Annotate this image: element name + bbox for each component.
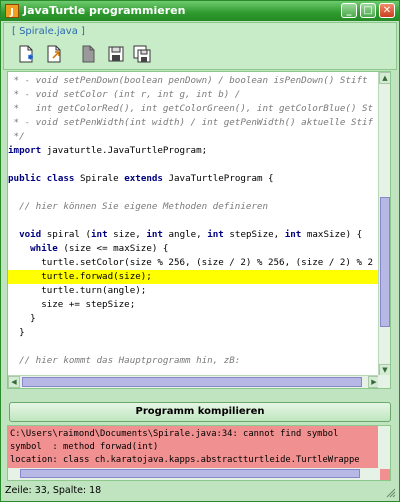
code-line[interactable]: turtle.setColor(size % 256, (size / 2) %… [8, 256, 380, 270]
scroll-up-icon[interactable]: ▲ [379, 72, 390, 84]
scroll-left-icon[interactable]: ◀ [8, 376, 20, 388]
close-button[interactable]: ✕ [379, 3, 395, 18]
console-line: location: class ch.karatojava.kapps.abst… [10, 455, 360, 465]
save-as-icon[interactable] [132, 44, 152, 64]
minimize-button[interactable]: _ [341, 3, 357, 18]
code-area[interactable]: * - void setPenDown(boolean penDown) / b… [8, 72, 380, 376]
new-file-icon[interactable] [16, 44, 36, 64]
blank-file-icon[interactable] [78, 44, 98, 64]
window-title: JavaTurtle programmieren [23, 4, 186, 17]
code-line[interactable] [8, 214, 380, 228]
scroll-corner [378, 375, 390, 388]
code-line[interactable]: // hier können Sie eigene Methoden defin… [8, 200, 380, 214]
code-line[interactable]: while (size <= maxSize) { [8, 242, 380, 256]
cursor-position-status: Zeile: 33, Spalte: 18 [5, 485, 102, 496]
code-line[interactable]: size += stepSize; [8, 298, 380, 312]
code-line[interactable]: */ [8, 130, 380, 144]
title-bar[interactable]: J JavaTurtle programmieren _ □ ✕ [1, 1, 399, 21]
turtle-app-icon: J [5, 4, 19, 18]
code-line[interactable] [8, 158, 380, 172]
code-line[interactable]: * - void setPenDown(boolean penDown) / b… [8, 74, 380, 88]
open-file-icon[interactable] [44, 44, 64, 64]
code-line[interactable]: } [8, 312, 380, 326]
error-console[interactable]: C:\Users\raimond\Documents\Spirale.java:… [7, 425, 391, 481]
console-vertical-scrollbar[interactable] [378, 426, 390, 469]
resize-grip-icon[interactable] [386, 488, 396, 498]
console-line: C:\Users\raimond\Documents\Spirale.java:… [10, 429, 339, 439]
maximize-button[interactable]: □ [360, 3, 376, 18]
code-line[interactable]: // hier kommt das Hauptprogramm hin, zB: [8, 354, 380, 368]
code-line[interactable]: void spiral (int size, int angle, int st… [8, 228, 380, 242]
code-line[interactable]: turtle.turn(angle); [8, 284, 380, 298]
editor-vertical-thumb[interactable] [380, 197, 390, 327]
highlighted-code-line[interactable]: turtle.forwad(size); [8, 270, 380, 284]
editor-horizontal-scrollbar[interactable]: ◀ ▶ [8, 375, 380, 388]
code-editor[interactable]: * - void setPenDown(boolean penDown) / b… [7, 71, 391, 389]
editor-tab-panel: [ Spirale.java ] [3, 22, 397, 70]
svg-text:J: J [9, 7, 14, 18]
code-line[interactable] [8, 340, 380, 354]
code-line[interactable]: * - void setColor (int r, int g, int b) … [8, 88, 380, 102]
code-line[interactable]: * int getColorRed(), int getColorGreen()… [8, 102, 380, 116]
console-line: symbol : method forwad(int) [10, 442, 159, 452]
compile-button[interactable]: Programm kompilieren [9, 402, 391, 422]
code-line[interactable]: import javaturtle.JavaTurtleProgram; [8, 144, 380, 158]
code-line[interactable]: } [8, 326, 380, 340]
code-line[interactable] [8, 186, 380, 200]
app-window: J JavaTurtle programmieren _ □ ✕ [ Spira… [0, 0, 400, 502]
tab-file-name[interactable]: [ Spirale.java ] [12, 26, 85, 37]
code-line[interactable]: public class Spirale extends JavaTurtleP… [8, 172, 380, 186]
editor-horizontal-thumb[interactable] [22, 377, 362, 387]
console-horizontal-scrollbar[interactable] [8, 468, 380, 480]
console-horizontal-thumb[interactable] [20, 469, 360, 478]
save-icon[interactable] [106, 44, 126, 64]
editor-vertical-scrollbar[interactable]: ▲ ▼ [378, 72, 390, 376]
code-line[interactable]: * - void setPenWidth(int width) / int ge… [8, 116, 380, 130]
